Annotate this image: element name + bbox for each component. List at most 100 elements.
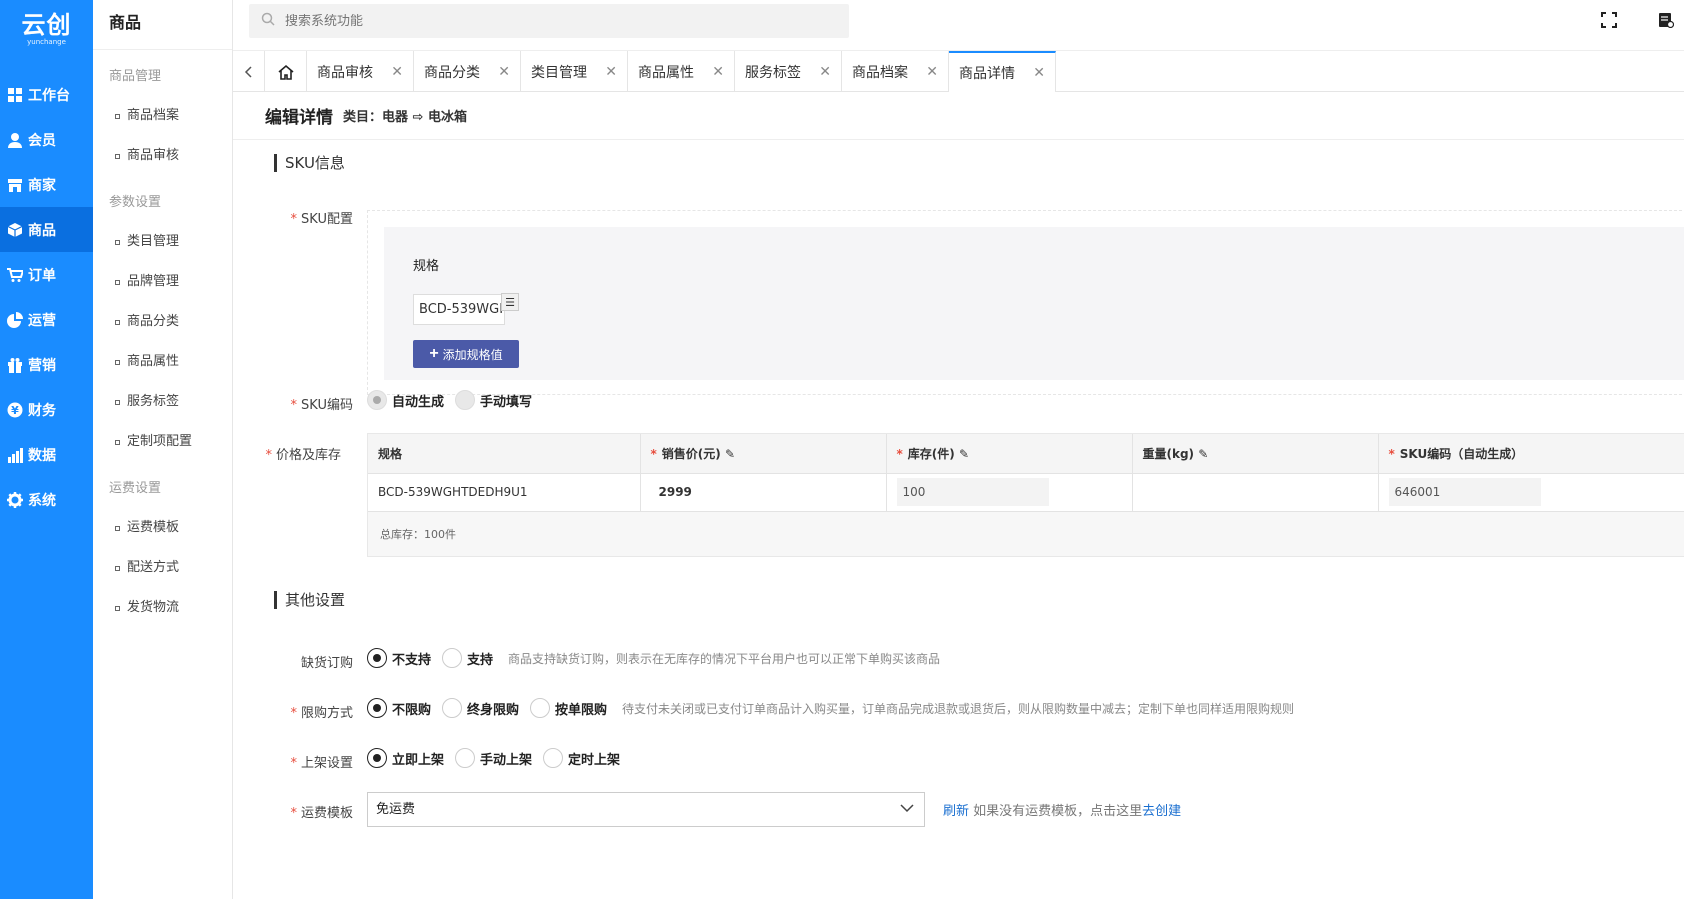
close-icon[interactable]: ✕ [605, 64, 617, 80]
add-spec-value-button[interactable]: + 添加规格值 [413, 340, 519, 368]
close-icon[interactable]: ✕ [712, 64, 724, 80]
search-box[interactable] [249, 4, 849, 38]
cell-weight[interactable] [1132, 473, 1379, 512]
bullet-icon [115, 565, 120, 571]
top-header [233, 0, 1684, 51]
sidebar-item-category[interactable]: 类目管理 [93, 222, 232, 262]
nav-item-label: 营销 [28, 357, 56, 374]
nav-item-label: 商家 [28, 177, 56, 194]
sidebar-item-label: 品牌管理 [127, 274, 180, 289]
close-icon[interactable]: ✕ [391, 64, 403, 80]
nav-item-member[interactable]: 会员 [0, 117, 93, 162]
sidebar-item-product-archive[interactable]: 商品档案 [93, 96, 232, 136]
edit-icon[interactable]: ✎ [959, 447, 969, 461]
cell-price: 2999 [640, 473, 887, 512]
radio-support[interactable] [442, 648, 463, 668]
sidebar-item-delivery-method[interactable]: 配送方式 [93, 548, 232, 588]
radio-not-support[interactable] [367, 648, 387, 668]
sku-config-label: * SKU配置 [290, 212, 353, 227]
brand-logo[interactable]: 云创 yunchange [0, 0, 93, 58]
nav-item-product[interactable]: 商品 [0, 207, 93, 252]
tab-bar: 商品审核 ✕ 商品分类 ✕ 类目管理 ✕ 商品属性 ✕ 服务标签 ✕ 商品档案 ✕ 商品详情… [233, 51, 1684, 92]
close-icon[interactable]: ✕ [926, 64, 938, 80]
tab-product-review[interactable]: 商品审核 ✕ [307, 51, 414, 92]
nav-item-system[interactable]: 系统 [0, 477, 93, 522]
nav-item-finance[interactable]: ¥ 财务 [0, 387, 93, 432]
sidebar-item-product-review[interactable]: 商品审核 [93, 136, 232, 176]
radio-scheduled[interactable] [543, 748, 564, 768]
shelf-label: * 上架设置 [290, 756, 353, 771]
radio-per-order-limit[interactable] [530, 698, 551, 718]
cube-icon [6, 221, 24, 239]
bullet-icon [115, 359, 120, 365]
edit-icon[interactable]: ✎ [725, 447, 735, 461]
notes-icon[interactable] [1656, 10, 1676, 30]
tab-product-classification[interactable]: 商品分类 ✕ [414, 51, 521, 92]
tab-category[interactable]: 类目管理 ✕ [521, 51, 628, 92]
sidebar-item-logistics[interactable]: 发货物流 [93, 588, 232, 628]
label-text: 运费模板 [300, 806, 353, 821]
radio-label: 手动填写 [480, 394, 533, 410]
edit-icon[interactable]: ✎ [1198, 447, 1208, 461]
nav-item-label: 订单 [28, 267, 56, 284]
stock-input[interactable]: 100 [896, 478, 1049, 506]
label-text: SKU配置 [301, 212, 353, 227]
nav-item-order[interactable]: 订单 [0, 252, 93, 297]
cell-stock: 100 [886, 473, 1133, 512]
radio-immediate[interactable] [367, 748, 387, 768]
nav-item-data[interactable]: 数据 [0, 432, 93, 477]
home-icon [277, 64, 294, 80]
header-text: 重量(kg) [1142, 446, 1195, 461]
spec-value-input[interactable]: BCD-539WGHTDEDH9U1 [413, 294, 505, 325]
tab-product-detail[interactable]: 商品详情 ✕ [949, 51, 1056, 92]
sidebar-item-label: 运费模板 [127, 520, 180, 535]
sidebar-item-classification[interactable]: 商品分类 [93, 302, 232, 342]
close-icon[interactable]: ✕ [819, 64, 831, 80]
cell-sku-code: 646001 [1378, 473, 1684, 512]
fullscreen-icon[interactable] [1599, 10, 1619, 30]
price-stock-label: * 价格及库存 [265, 448, 341, 463]
tab-scroll-left-button[interactable] [233, 51, 265, 92]
button-label: 添加规格值 [442, 347, 503, 362]
sidebar-item-label: 商品档案 [127, 108, 180, 123]
table-header-row: 规格 * 销售价(元) ✎ * 库存(件) ✎ 重量(kg) ✎ * SKU编码（自动… [368, 434, 1684, 474]
tab-label: 商品属性 [638, 64, 694, 81]
nav-item-marketing[interactable]: 营销 [0, 342, 93, 387]
create-link[interactable]: 去创建 [1142, 804, 1181, 819]
nav-item-merchant[interactable]: 商家 [0, 162, 93, 207]
sidebar-item-custom-config[interactable]: 定制项配置 [93, 422, 232, 462]
sidebar-item-attribute[interactable]: 商品属性 [93, 342, 232, 382]
sidebar-item-brand[interactable]: 品牌管理 [93, 262, 232, 302]
sku-config-panel: 规格 BCD-539WGHTDEDH9U1 ☰ +添加规格值 [384, 227, 1684, 380]
radio-no-limit[interactable] [367, 698, 387, 718]
radio-label: 立即上架 [392, 752, 445, 768]
label-text: 价格及库存 [275, 448, 341, 463]
nav-item-operation[interactable]: 运营 [0, 297, 93, 342]
freight-template-select[interactable]: 免运费 [367, 792, 925, 827]
radio-auto-generate[interactable] [367, 390, 387, 410]
menu-icon[interactable]: ☰ [501, 293, 519, 311]
tab-product-archive[interactable]: 商品档案 ✕ [842, 51, 949, 92]
backorder-radio-group: 不支持 支持 商品支持缺货订购，则表示在无库存的情况下平台用户也可以正常下单购买… [367, 648, 940, 668]
radio-manual-shelf[interactable] [455, 748, 476, 768]
sidebar-item-freight-template[interactable]: 运费模板 [93, 508, 232, 548]
price-input[interactable]: 2999 [651, 485, 692, 499]
bar-chart-icon [6, 446, 24, 464]
tab-home[interactable] [265, 51, 307, 92]
tab-service-tag[interactable]: 服务标签 ✕ [735, 51, 842, 92]
tab-attribute[interactable]: 商品属性 ✕ [628, 51, 735, 92]
refresh-link[interactable]: 刷新 [943, 804, 969, 819]
close-icon[interactable]: ✕ [1033, 65, 1045, 81]
radio-label: 按单限购 [555, 702, 608, 718]
sku-code-input[interactable]: 646001 [1388, 478, 1541, 506]
sidebar-item-service-tag[interactable]: 服务标签 [93, 382, 232, 422]
search-input[interactable] [285, 13, 825, 29]
section-title-other: 其他设置 [274, 591, 345, 609]
primary-sidebar: 云创 yunchange 工作台 会员 商家 商品 订单 运营 营销 ¥ 财务 … [0, 0, 93, 899]
close-icon[interactable]: ✕ [498, 64, 510, 80]
brand-name: 云创 [21, 11, 72, 39]
radio-lifetime-limit[interactable] [442, 698, 463, 718]
nav-item-dashboard[interactable]: 工作台 [0, 72, 93, 117]
svg-text:¥: ¥ [11, 404, 19, 417]
radio-manual[interactable] [455, 390, 476, 410]
